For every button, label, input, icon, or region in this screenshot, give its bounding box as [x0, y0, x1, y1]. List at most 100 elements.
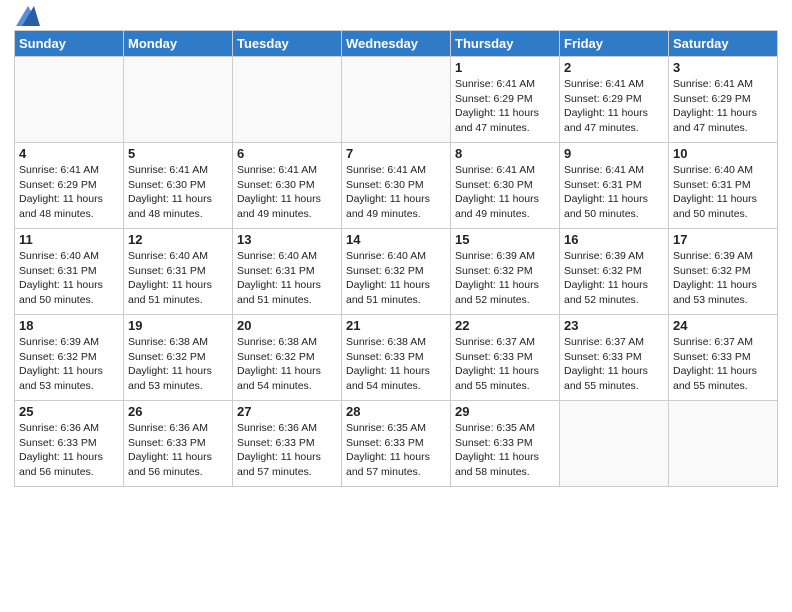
day-number: 18 [19, 318, 119, 333]
day-cell: 3 Sunrise: 6:41 AM Sunset: 6:29 PM Daylig… [669, 57, 778, 143]
day-number: 15 [455, 232, 555, 247]
calendar-body: 1 Sunrise: 6:41 AM Sunset: 6:29 PM Daylig… [15, 57, 778, 487]
day-info: Sunrise: 6:39 AM Sunset: 6:32 PM Dayligh… [455, 249, 555, 308]
day-cell: 25Sunrise: 6:36 AM Sunset: 6:33 PM Dayli… [15, 401, 124, 487]
day-number: 26 [128, 404, 228, 419]
day-cell: 12 Sunrise: 6:40 AM Sunset: 6:31 PM Dayli… [124, 229, 233, 315]
day-cell: 21 Sunrise: 6:38 AM Sunset: 6:33 PM Dayli… [342, 315, 451, 401]
day-number: 11 [19, 232, 119, 247]
day-cell: 9Sunrise: 6:41 AM Sunset: 6:31 PM Daylig… [560, 143, 669, 229]
header [14, 10, 778, 26]
day-number: 5 [128, 146, 228, 161]
day-cell: 13 Sunrise: 6:40 AM Sunset: 6:31 PM Dayli… [233, 229, 342, 315]
day-cell: 2 Sunrise: 6:41 AM Sunset: 6:29 PM Daylig… [560, 57, 669, 143]
header-cell-tuesday: Tuesday [233, 31, 342, 57]
day-cell: 7 Sunrise: 6:41 AM Sunset: 6:30 PM Daylig… [342, 143, 451, 229]
day-cell [560, 401, 669, 487]
day-info: Sunrise: 6:41 AM Sunset: 6:29 PM Dayligh… [564, 77, 664, 136]
day-cell: 16 Sunrise: 6:39 AM Sunset: 6:32 PM Dayli… [560, 229, 669, 315]
day-cell: 10 Sunrise: 6:40 AM Sunset: 6:31 PM Dayli… [669, 143, 778, 229]
day-info: Sunrise: 6:36 AM Sunset: 6:33 PM Dayligh… [19, 421, 119, 480]
day-number: 10 [673, 146, 773, 161]
day-cell [15, 57, 124, 143]
day-number: 14 [346, 232, 446, 247]
day-number: 29 [455, 404, 555, 419]
page: SundayMondayTuesdayWednesdayThursdayFrid… [0, 0, 792, 501]
day-number: 17 [673, 232, 773, 247]
week-row-4: 25Sunrise: 6:36 AM Sunset: 6:33 PM Dayli… [15, 401, 778, 487]
week-row-2: 11 Sunrise: 6:40 AM Sunset: 6:31 PM Dayli… [15, 229, 778, 315]
day-number: 24 [673, 318, 773, 333]
day-number: 13 [237, 232, 337, 247]
calendar-header: SundayMondayTuesdayWednesdayThursdayFrid… [15, 31, 778, 57]
week-row-0: 1 Sunrise: 6:41 AM Sunset: 6:29 PM Daylig… [15, 57, 778, 143]
day-info: Sunrise: 6:41 AM Sunset: 6:30 PM Dayligh… [237, 163, 337, 222]
header-cell-saturday: Saturday [669, 31, 778, 57]
day-info: Sunrise: 6:37 AM Sunset: 6:33 PM Dayligh… [455, 335, 555, 394]
day-info: Sunrise: 6:40 AM Sunset: 6:31 PM Dayligh… [128, 249, 228, 308]
day-cell: 20Sunrise: 6:38 AM Sunset: 6:32 PM Dayli… [233, 315, 342, 401]
week-row-1: 4 Sunrise: 6:41 AM Sunset: 6:29 PM Daylig… [15, 143, 778, 229]
header-row: SundayMondayTuesdayWednesdayThursdayFrid… [15, 31, 778, 57]
day-cell: 22 Sunrise: 6:37 AM Sunset: 6:33 PM Dayli… [451, 315, 560, 401]
header-cell-sunday: Sunday [15, 31, 124, 57]
day-number: 22 [455, 318, 555, 333]
day-cell: 18 Sunrise: 6:39 AM Sunset: 6:32 PM Dayli… [15, 315, 124, 401]
day-number: 3 [673, 60, 773, 75]
day-number: 1 [455, 60, 555, 75]
day-number: 20 [237, 318, 337, 333]
logo-icon [16, 6, 40, 26]
header-cell-wednesday: Wednesday [342, 31, 451, 57]
day-cell: 14 Sunrise: 6:40 AM Sunset: 6:32 PM Dayli… [342, 229, 451, 315]
day-info: Sunrise: 6:41 AM Sunset: 6:29 PM Dayligh… [673, 77, 773, 136]
day-cell: 4 Sunrise: 6:41 AM Sunset: 6:29 PM Daylig… [15, 143, 124, 229]
day-cell: 1Sunrise: 6:41 AM Sunset: 6:29 PM Daylig… [451, 57, 560, 143]
day-number: 2 [564, 60, 664, 75]
header-cell-friday: Friday [560, 31, 669, 57]
day-cell: 23 Sunrise: 6:37 AM Sunset: 6:33 PM Dayli… [560, 315, 669, 401]
day-info: Sunrise: 6:35 AM Sunset: 6:33 PM Dayligh… [346, 421, 446, 480]
logo [14, 14, 40, 26]
day-info: Sunrise: 6:36 AM Sunset: 6:33 PM Dayligh… [128, 421, 228, 480]
day-number: 23 [564, 318, 664, 333]
day-info: Sunrise: 6:39 AM Sunset: 6:32 PM Dayligh… [19, 335, 119, 394]
day-number: 28 [346, 404, 446, 419]
day-info: Sunrise: 6:35 AM Sunset: 6:33 PM Dayligh… [455, 421, 555, 480]
day-info: Sunrise: 6:40 AM Sunset: 6:31 PM Dayligh… [673, 163, 773, 222]
day-cell: 15 Sunrise: 6:39 AM Sunset: 6:32 PM Dayli… [451, 229, 560, 315]
day-cell [669, 401, 778, 487]
header-cell-monday: Monday [124, 31, 233, 57]
day-info: Sunrise: 6:40 AM Sunset: 6:32 PM Dayligh… [346, 249, 446, 308]
day-info: Sunrise: 6:41 AM Sunset: 6:30 PM Dayligh… [346, 163, 446, 222]
day-number: 27 [237, 404, 337, 419]
day-number: 7 [346, 146, 446, 161]
day-cell: 6 Sunrise: 6:41 AM Sunset: 6:30 PM Daylig… [233, 143, 342, 229]
day-number: 4 [19, 146, 119, 161]
day-cell: 28 Sunrise: 6:35 AM Sunset: 6:33 PM Dayli… [342, 401, 451, 487]
day-number: 6 [237, 146, 337, 161]
day-info: Sunrise: 6:41 AM Sunset: 6:31 PM Dayligh… [564, 163, 664, 222]
day-number: 21 [346, 318, 446, 333]
day-cell: 24Sunrise: 6:37 AM Sunset: 6:33 PM Dayli… [669, 315, 778, 401]
day-info: Sunrise: 6:41 AM Sunset: 6:30 PM Dayligh… [128, 163, 228, 222]
day-info: Sunrise: 6:40 AM Sunset: 6:31 PM Dayligh… [237, 249, 337, 308]
day-info: Sunrise: 6:40 AM Sunset: 6:31 PM Dayligh… [19, 249, 119, 308]
day-info: Sunrise: 6:38 AM Sunset: 6:33 PM Dayligh… [346, 335, 446, 394]
day-cell: 11 Sunrise: 6:40 AM Sunset: 6:31 PM Dayli… [15, 229, 124, 315]
day-number: 16 [564, 232, 664, 247]
day-cell: 19Sunrise: 6:38 AM Sunset: 6:32 PM Dayli… [124, 315, 233, 401]
day-info: Sunrise: 6:38 AM Sunset: 6:32 PM Dayligh… [128, 335, 228, 394]
day-cell: 5 Sunrise: 6:41 AM Sunset: 6:30 PM Daylig… [124, 143, 233, 229]
day-cell [233, 57, 342, 143]
day-info: Sunrise: 6:37 AM Sunset: 6:33 PM Dayligh… [564, 335, 664, 394]
day-info: Sunrise: 6:39 AM Sunset: 6:32 PM Dayligh… [673, 249, 773, 308]
day-number: 12 [128, 232, 228, 247]
calendar-table: SundayMondayTuesdayWednesdayThursdayFrid… [14, 30, 778, 487]
day-info: Sunrise: 6:41 AM Sunset: 6:29 PM Dayligh… [19, 163, 119, 222]
day-cell [124, 57, 233, 143]
day-cell: 17 Sunrise: 6:39 AM Sunset: 6:32 PM Dayli… [669, 229, 778, 315]
day-info: Sunrise: 6:39 AM Sunset: 6:32 PM Dayligh… [564, 249, 664, 308]
week-row-3: 18 Sunrise: 6:39 AM Sunset: 6:32 PM Dayli… [15, 315, 778, 401]
header-cell-thursday: Thursday [451, 31, 560, 57]
day-cell: 26 Sunrise: 6:36 AM Sunset: 6:33 PM Dayli… [124, 401, 233, 487]
